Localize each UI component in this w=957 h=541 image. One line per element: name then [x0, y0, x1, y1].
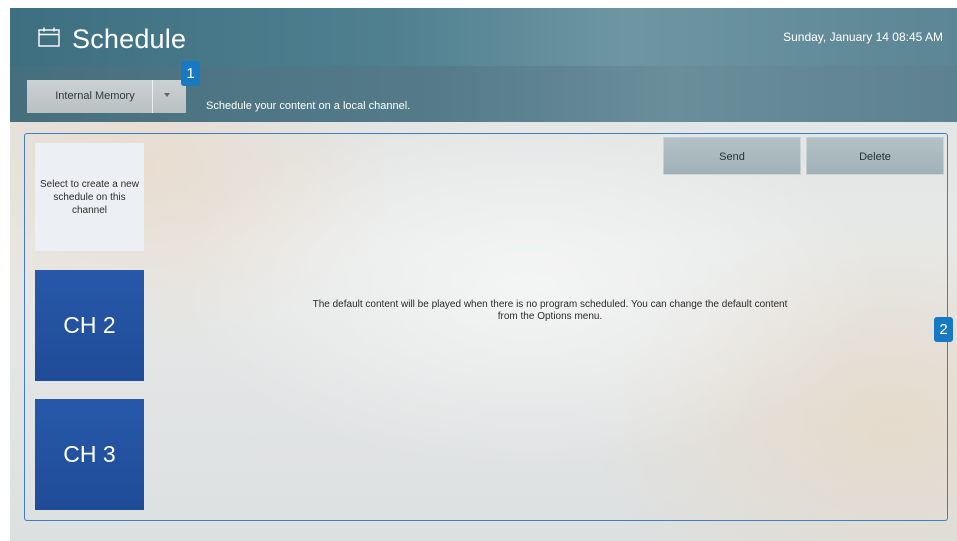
channel-label: CH 2 — [63, 312, 116, 338]
date-time: Sunday, January 14 08:45 AM — [783, 30, 943, 44]
toolbar: Internal Memory Send Delete — [10, 66, 957, 175]
dropdown-arrow-icon — [164, 93, 170, 97]
toolbar-description: Schedule your content on a local channel… — [206, 100, 411, 112]
callout-badge-1: 1 — [181, 61, 200, 86]
storage-select-value: Internal Memory — [55, 90, 135, 102]
storage-select[interactable]: Internal Memory — [27, 80, 186, 113]
new-schedule-text: Select to create a new schedule on this … — [40, 178, 139, 216]
callout-badge-2: 2 — [934, 317, 953, 342]
channel-tile-ch3[interactable]: CH 3 — [35, 399, 144, 510]
select-divider — [152, 80, 153, 113]
default-content-message: The default content will be played when … — [280, 299, 820, 323]
new-schedule-tile[interactable]: Select to create a new schedule on this … — [35, 143, 144, 251]
channel-tile-ch2[interactable]: CH 2 — [35, 270, 144, 381]
page-title: Schedule — [72, 24, 187, 54]
channel-label: CH 3 — [63, 441, 116, 467]
default-message-line-2: from the Options menu. — [497, 311, 603, 322]
default-message-line-1: The default content will be played when … — [312, 299, 788, 310]
calendar-icon — [38, 27, 60, 47]
title-bar: Schedule Sunday, January 14 08:45 AM — [10, 8, 957, 66]
schedule-screen: Schedule Sunday, January 14 08:45 AM Int… — [10, 8, 957, 541]
schedule-panel — [24, 133, 948, 521]
